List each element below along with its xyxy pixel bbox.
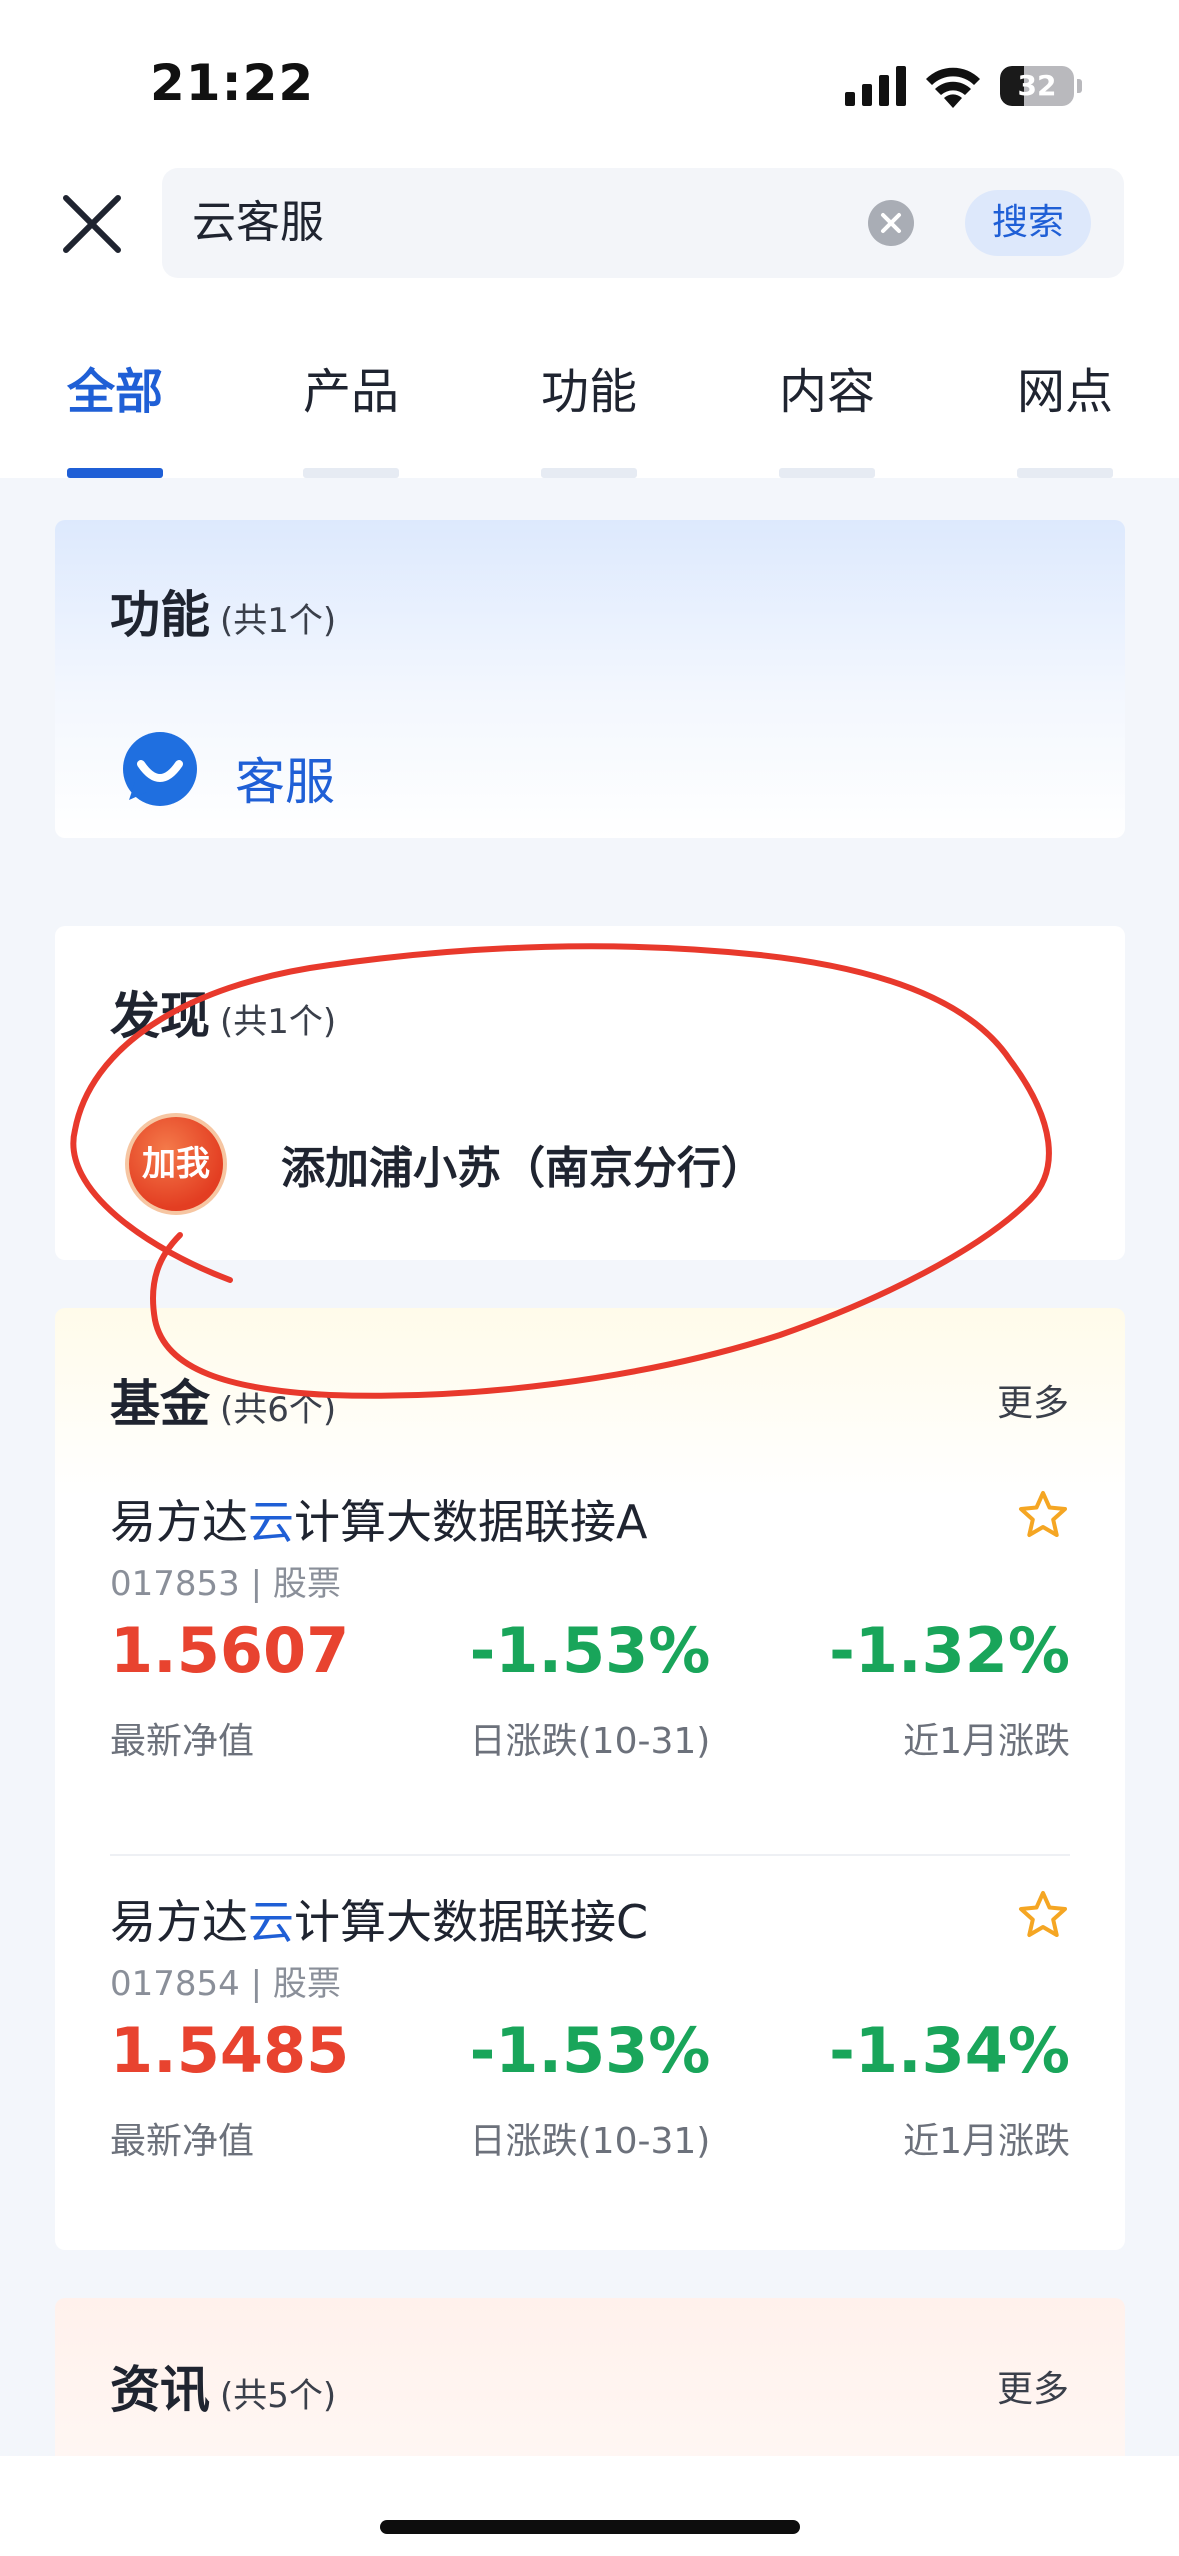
service-item-label[interactable]: 客服 xyxy=(235,742,335,814)
more-news-link[interactable]: 更多 xyxy=(997,2360,1069,2412)
fund-name: 易方达云计算大数据联接A xyxy=(110,1495,648,1549)
divider xyxy=(110,1854,1070,1856)
tab-functions[interactable]: 功能 xyxy=(534,362,644,478)
battery-indicator: 32 xyxy=(1000,66,1082,106)
add-me-avatar[interactable]: 加我 xyxy=(125,1113,227,1215)
more-funds-link[interactable]: 更多 xyxy=(997,1374,1069,1426)
discover-section: 发现 (共1个) 加我 添加浦小苏（南京分行） xyxy=(55,926,1125,1260)
battery-percent: 32 xyxy=(1017,69,1057,102)
section-header: 资讯 (共5个) xyxy=(110,2350,336,2422)
fund-month-change: -1.34% xyxy=(829,2014,1070,2087)
section-count: (共1个) xyxy=(220,601,337,641)
customer-service-icon[interactable] xyxy=(121,730,199,808)
function-section: 功能 (共1个) 客服 xyxy=(55,520,1125,838)
news-section: 资讯 (共5个) 更多 xyxy=(55,2298,1125,2456)
section-title: 功能 xyxy=(110,586,210,644)
fund-row[interactable]: 易方达云计算大数据联接C 017854 | 股票 1.5485 -1.53% -… xyxy=(110,1886,1070,2250)
search-input[interactable]: 云客服 搜索 xyxy=(162,168,1124,278)
cellular-signal-icon xyxy=(845,66,906,106)
tab-label: 内容 xyxy=(778,364,875,420)
star-outline-icon[interactable] xyxy=(1016,1888,1070,1942)
discover-item-label[interactable]: 添加浦小苏（南京分行） xyxy=(281,1132,765,1196)
tab-label: 网点 xyxy=(1016,364,1113,420)
search-query: 云客服 xyxy=(192,197,324,248)
tab-label: 功能 xyxy=(540,364,637,420)
section-count: (共6个) xyxy=(220,1390,337,1430)
home-bar xyxy=(0,2456,1179,2556)
section-header: 基金 (共6个) xyxy=(110,1364,336,1436)
tab-all[interactable]: 全部 xyxy=(60,362,170,478)
close-icon[interactable] xyxy=(56,188,128,260)
fund-month-change: -1.32% xyxy=(829,1614,1070,1687)
section-title: 基金 xyxy=(110,1375,210,1433)
month-change-label: 近1月涨跌 xyxy=(903,1721,1070,1762)
tab-label: 产品 xyxy=(302,364,399,420)
fund-row[interactable]: 易方达云计算大数据联接A 017853 | 股票 1.5607 -1.53% -… xyxy=(110,1486,1070,1866)
fund-section: 基金 (共6个) 更多 易方达云计算大数据联接A 017853 | 股票 1.56… xyxy=(55,1308,1125,2250)
section-header: 功能 (共1个) xyxy=(110,575,336,647)
month-change-label: 近1月涨跌 xyxy=(903,2121,1070,2162)
category-tabs: 全部 产品 功能 内容 网点 xyxy=(0,340,1179,480)
fund-code: 017853 | 股票 xyxy=(110,1564,341,1604)
section-count: (共5个) xyxy=(220,2376,337,2416)
tab-products[interactable]: 产品 xyxy=(296,362,406,478)
wifi-icon xyxy=(926,67,980,108)
tab-branches[interactable]: 网点 xyxy=(1010,362,1120,478)
section-header: 发现 (共1个) xyxy=(110,976,336,1048)
search-results: 功能 (共1个) 客服 发现 (共1个) 加我 添加浦小苏（南京分行） 基金 (共6个… xyxy=(0,478,1179,2456)
status-bar: 21:22 32 xyxy=(0,0,1179,160)
section-count: (共1个) xyxy=(220,1002,337,1042)
star-outline-icon[interactable] xyxy=(1016,1488,1070,1542)
tab-content[interactable]: 内容 xyxy=(772,362,882,478)
fund-code: 017854 | 股票 xyxy=(110,1964,341,2004)
home-indicator[interactable] xyxy=(380,2520,800,2534)
section-title: 资讯 xyxy=(110,2361,210,2419)
status-time: 21:22 xyxy=(150,54,315,112)
section-title: 发现 xyxy=(110,987,210,1045)
search-button[interactable]: 搜索 xyxy=(965,190,1091,256)
clear-icon[interactable] xyxy=(868,200,914,246)
fund-name: 易方达云计算大数据联接C xyxy=(110,1895,649,1949)
tab-label: 全部 xyxy=(66,364,163,420)
